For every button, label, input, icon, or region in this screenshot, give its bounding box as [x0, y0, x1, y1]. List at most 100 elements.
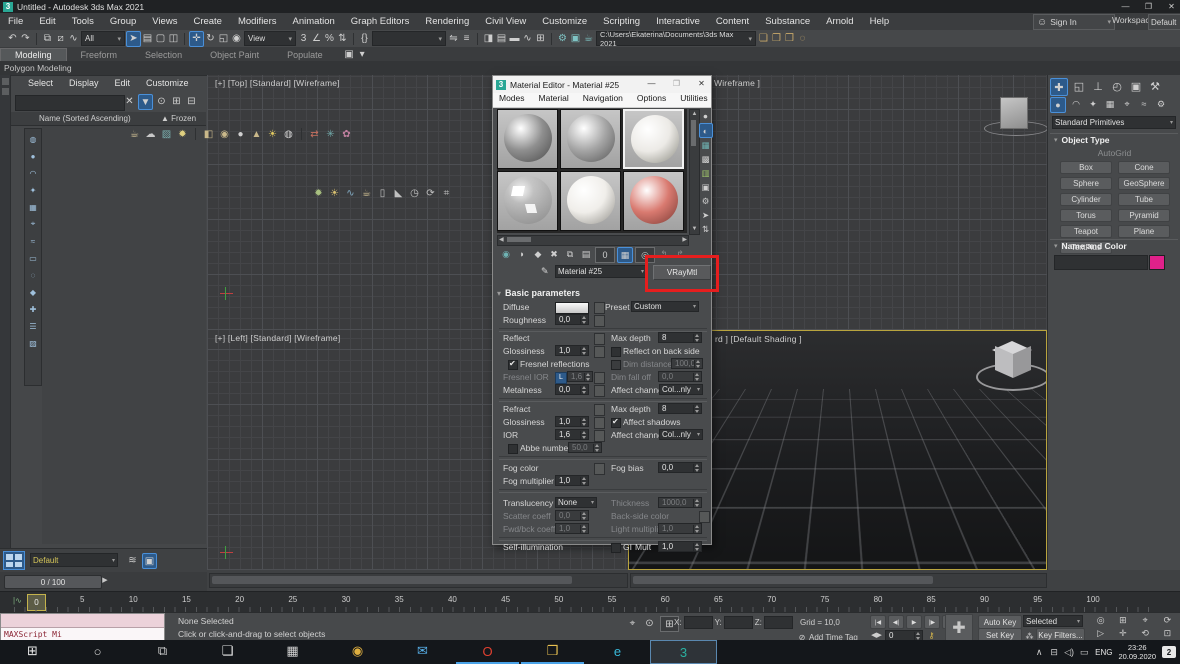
material-editor-titlebar[interactable]: 3 Material Editor - Material #25 —❐✕	[493, 76, 711, 93]
trackbar-curve-icon[interactable]: |∿	[13, 596, 22, 605]
refract-max-depth-field[interactable]: 8	[658, 403, 702, 414]
select-by-name-icon[interactable]: ▤	[141, 32, 154, 46]
reset-map-icon[interactable]: ✖	[547, 247, 561, 261]
me-menu-utilities[interactable]: Utilities	[674, 93, 713, 107]
display-cameras-icon[interactable]: ▦	[27, 201, 40, 213]
roughness-spinner[interactable]	[580, 316, 587, 324]
arrows-tool-icon[interactable]: ⇄	[308, 127, 321, 141]
reflect-back-side-checkbox[interactable]	[611, 347, 621, 357]
viewport-perspective-label[interactable]: rd ] [Default Shading ]	[715, 334, 802, 344]
rectangular-selection-region-icon[interactable]: ▢	[154, 32, 167, 46]
sample-uv-tiling-icon[interactable]: ▩	[700, 153, 712, 166]
reference-coordinate-dropdown[interactable]: View	[244, 31, 296, 46]
display-bones-icon[interactable]: ▭	[27, 252, 40, 264]
toggle-scene-explorer-icon[interactable]: ◨	[482, 32, 495, 46]
menu-group[interactable]: Group	[102, 16, 144, 27]
affect-shadows-checkbox[interactable]	[611, 418, 621, 428]
calculator-icon[interactable]: ▦	[260, 640, 325, 662]
display-space-warps-icon[interactable]: ≈	[27, 235, 40, 247]
ribbon-minimize-icon[interactable]: ▾	[356, 47, 369, 61]
material-slot-5[interactable]	[560, 171, 621, 231]
teapot-b-tool-icon[interactable]: ☕	[360, 186, 373, 200]
ball-tool-icon[interactable]: ◍	[282, 127, 295, 141]
maximize-icon[interactable]: ❐	[1142, 0, 1155, 12]
previous-frame-icon[interactable]: ◀|	[888, 615, 904, 629]
make-preview-icon[interactable]: ▣	[700, 181, 712, 194]
abbe-number-checkbox[interactable]	[508, 444, 518, 454]
redo-icon[interactable]: ↷	[19, 32, 32, 46]
display-xrefs-icon[interactable]: ✚	[27, 303, 40, 315]
fresnel-ior-lock-button[interactable]: L	[555, 372, 567, 384]
selected-filter-dropdown[interactable]: Selected	[1023, 615, 1083, 627]
object-color-swatch[interactable]	[1149, 255, 1165, 270]
scroll-down-icon[interactable]: ▼	[690, 225, 699, 234]
toggle-layer-explorer-icon[interactable]: ▤	[495, 32, 508, 46]
viewport-left-label[interactable]: [+] [Left] [Standard] [Wireframe]	[215, 333, 340, 343]
affect-channels-dropdown[interactable]: Col...nly	[659, 384, 703, 395]
chrome-icon[interactable]: ◉	[325, 640, 390, 662]
menu-arnold[interactable]: Arnold	[818, 16, 861, 27]
autogrid-label[interactable]: AutoGrid	[1048, 148, 1180, 158]
material-editor-options-icon[interactable]: ⚙	[700, 195, 712, 208]
make-material-copy-icon[interactable]: ⧉	[563, 247, 577, 261]
minimize-icon[interactable]: —	[1119, 0, 1132, 12]
pick-parent-icon[interactable]: ⊞	[170, 94, 183, 108]
fog-color-map-button[interactable]	[594, 463, 605, 475]
reflect-max-depth-field[interactable]: 8	[658, 332, 702, 343]
viewport-layout-tabs-icon[interactable]	[3, 551, 25, 570]
lights-category-icon[interactable]: ✦	[1086, 97, 1100, 111]
scroll-thumb[interactable]	[691, 120, 696, 146]
mirror-icon[interactable]: ⇋	[447, 32, 460, 46]
zoom-icon[interactable]: ◎	[1090, 614, 1111, 626]
home-grid-icon[interactable]: ◌	[796, 32, 809, 46]
put-material-to-scene-icon[interactable]: ◗	[515, 247, 529, 261]
scene-box-object[interactable]	[1000, 97, 1028, 129]
material-id-channel-icon[interactable]: 0	[595, 247, 615, 263]
select-object-icon[interactable]: ➤	[126, 31, 141, 47]
schematic-view-icon[interactable]: ⊞	[534, 32, 547, 46]
gi-checkbox[interactable]	[611, 543, 621, 553]
select-by-material-icon[interactable]: ➤	[700, 209, 712, 222]
thickness-field[interactable]: 1000,0	[658, 497, 702, 508]
maximize-viewport-toggle-icon[interactable]: ⊡	[1157, 627, 1178, 639]
reflect-glossiness-map-button[interactable]	[594, 346, 605, 358]
me-menu-options[interactable]: Options	[631, 93, 672, 107]
zoom-all-icon[interactable]: ⊞	[1112, 614, 1133, 626]
isolate-selection-toggle-icon[interactable]: ⌖	[626, 616, 639, 630]
pick-material-eyedropper-icon[interactable]: ✎	[541, 266, 549, 277]
modify-tab-icon[interactable]: ◱	[1071, 78, 1087, 94]
dock-icon[interactable]	[2, 78, 9, 85]
maximize-icon[interactable]: ❐	[670, 77, 683, 90]
object-type-box[interactable]: Box	[1060, 161, 1112, 174]
ior-map-button[interactable]	[594, 430, 605, 442]
lamp-tool-icon[interactable]: ✹	[312, 186, 325, 200]
menu-customize[interactable]: Customize	[534, 16, 595, 27]
undo-icon[interactable]: ↶	[6, 32, 19, 46]
next-frame-icon[interactable]: |▶	[924, 615, 940, 629]
fog-multiplier-field[interactable]: 1,0	[555, 475, 589, 486]
scene-explorer-search-input[interactable]	[15, 95, 125, 111]
material-slot-2[interactable]	[560, 109, 621, 169]
viewport-front-label[interactable]: Wireframe ]	[714, 78, 760, 88]
mail-icon[interactable]: ✉	[390, 640, 455, 662]
roughness-field[interactable]: 0,0	[555, 314, 589, 325]
light-multiplier-field[interactable]: 1,0	[658, 523, 702, 534]
render-production-icon[interactable]: ☕	[582, 32, 595, 46]
minimize-icon[interactable]: —	[645, 77, 658, 90]
task-view-icon[interactable]: ⧉	[130, 640, 195, 662]
viewport-scrollbar-right[interactable]	[630, 573, 1047, 588]
ribbon-tab-populate[interactable]: Populate	[273, 49, 337, 61]
clock-tool-icon[interactable]: ◷	[408, 186, 421, 200]
zoom-extents-icon[interactable]: ⌖	[1135, 614, 1156, 626]
dim-distance-field[interactable]: 100,0	[671, 358, 703, 369]
microsoft-store-icon[interactable]: ❏	[195, 640, 260, 662]
display-helpers-icon[interactable]: ⌖	[27, 218, 40, 230]
curve-b-tool-icon[interactable]: ∿	[344, 186, 357, 200]
background-icon[interactable]: ▦	[700, 139, 712, 152]
menu-file[interactable]: File	[0, 16, 31, 27]
fwd-bck-coeff-field[interactable]: 1,0	[555, 523, 589, 534]
backlight-icon[interactable]: ◐	[699, 123, 713, 138]
x-field[interactable]	[684, 616, 713, 629]
light-tool-icon[interactable]: ✹	[176, 127, 189, 141]
sphere-tool-icon[interactable]: ◉	[218, 127, 231, 141]
